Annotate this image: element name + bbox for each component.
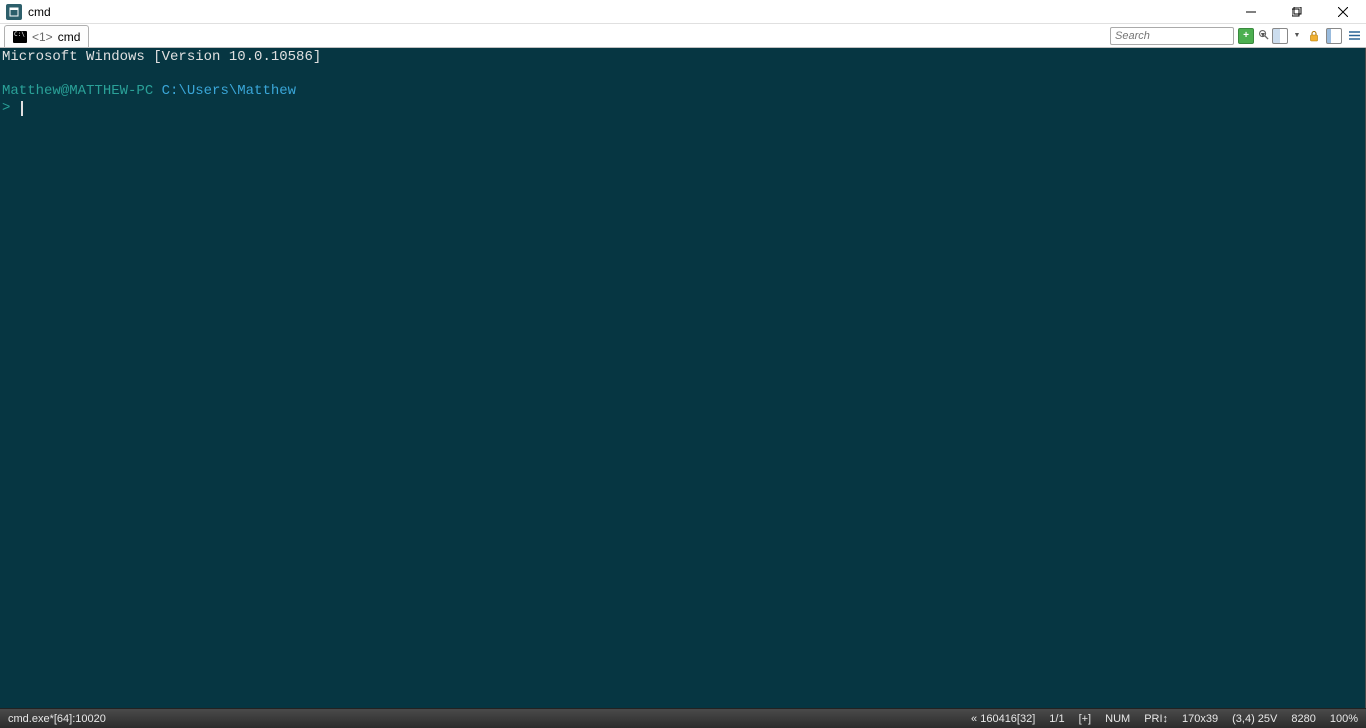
toolbar-right: + ▼ ▼ bbox=[1110, 24, 1362, 47]
status-size: 170x39 bbox=[1182, 713, 1218, 725]
status-zoom: 100% bbox=[1330, 713, 1358, 725]
cursor bbox=[21, 101, 23, 116]
split-dropdown[interactable]: ▼ bbox=[1292, 28, 1302, 44]
status-tabs: 1/1 bbox=[1049, 713, 1064, 725]
lock-icon[interactable] bbox=[1306, 28, 1322, 44]
status-right: « 160416[32] 1/1 [+] NUM PRI↕ 170x39 (3,… bbox=[971, 713, 1358, 725]
window-title: cmd bbox=[28, 5, 51, 19]
status-cursor: (3,4) 25V bbox=[1232, 713, 1277, 725]
tab-label: cmd bbox=[58, 30, 81, 44]
status-pid: 8280 bbox=[1291, 713, 1315, 725]
minimize-button[interactable] bbox=[1228, 0, 1274, 24]
version-line: Microsoft Windows [Version 10.0.10586] bbox=[2, 49, 321, 65]
close-button[interactable] bbox=[1320, 0, 1366, 24]
statusbar: cmd.exe*[64]:10020 « 160416[32] 1/1 [+] … bbox=[0, 708, 1366, 728]
new-tab-dropdown[interactable]: ▼ bbox=[1258, 28, 1268, 44]
tab-cmd[interactable]: <1> cmd bbox=[4, 25, 89, 47]
tabs: <1> cmd bbox=[4, 24, 89, 47]
titlebar-left: cmd bbox=[6, 4, 51, 20]
cmd-icon bbox=[13, 31, 27, 43]
status-clip: « 160416[32] bbox=[971, 713, 1035, 725]
prompt-symbol: > bbox=[2, 100, 10, 116]
window-controls bbox=[1228, 0, 1366, 24]
menu-icon[interactable] bbox=[1346, 28, 1362, 44]
search-box[interactable] bbox=[1110, 27, 1234, 45]
status-input: [+] bbox=[1079, 713, 1092, 725]
search-input[interactable] bbox=[1115, 30, 1258, 42]
layout-button[interactable] bbox=[1326, 28, 1342, 44]
prompt-user-host: Matthew@MATTHEW-PC bbox=[2, 83, 153, 99]
new-tab-button[interactable]: + bbox=[1238, 28, 1254, 44]
status-process: cmd.exe*[64]:10020 bbox=[8, 713, 106, 725]
tabbar: <1> cmd + ▼ ▼ bbox=[0, 24, 1366, 48]
tab-index: <1> bbox=[32, 30, 53, 44]
app-icon bbox=[6, 4, 22, 20]
titlebar: cmd bbox=[0, 0, 1366, 24]
status-num: NUM bbox=[1105, 713, 1130, 725]
status-pri: PRI↕ bbox=[1144, 713, 1168, 725]
maximize-button[interactable] bbox=[1274, 0, 1320, 24]
terminal[interactable]: Microsoft Windows [Version 10.0.10586] M… bbox=[0, 48, 1366, 708]
prompt-cwd: C:\Users\Matthew bbox=[162, 83, 296, 99]
split-button[interactable] bbox=[1272, 28, 1288, 44]
